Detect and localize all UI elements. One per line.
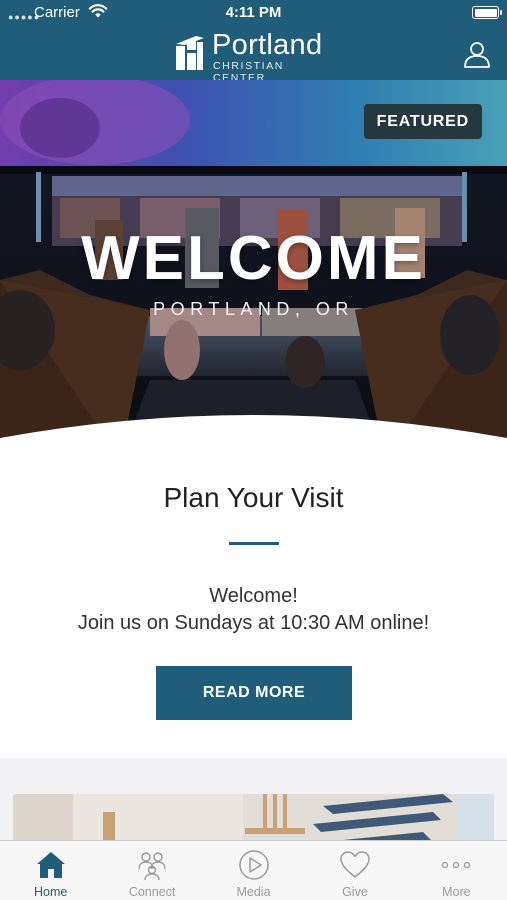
status-bar: ●●●●● Carrier 4:11 PM [0, 0, 507, 26]
tab-media[interactable]: Media [203, 841, 304, 900]
battery-icon [472, 6, 502, 19]
tab-bar: Home Connect Media Give More [0, 840, 507, 900]
more-icon [440, 849, 472, 881]
title-divider [229, 542, 279, 545]
logo-mark-icon [176, 34, 204, 75]
tab-more-label: More [442, 885, 471, 899]
card-welcome-text: Welcome! [209, 585, 298, 607]
home-icon [35, 849, 67, 881]
heart-icon [339, 849, 371, 881]
people-icon [136, 849, 168, 881]
tab-connect-label: Connect [128, 885, 176, 899]
profile-button[interactable] [463, 40, 491, 68]
tab-home[interactable]: Home [0, 841, 101, 900]
tab-give[interactable]: Give [304, 841, 405, 900]
hero-title: WELCOME [81, 224, 426, 293]
featured-hero[interactable]: FEATURED WELCOME PORTLAND, OR [0, 80, 507, 460]
tab-more[interactable]: More [406, 841, 507, 900]
featured-badge: FEATURED [363, 104, 482, 139]
plan-visit-card: Plan Your Visit Welcome! Join us on Sund… [0, 455, 507, 758]
hero-subtitle: PORTLAND, OR [153, 299, 354, 319]
read-more-button[interactable]: READ MORE [156, 666, 352, 720]
church-logo: Portland CHRISTIAN CENTER [176, 29, 336, 84]
app-header: ●●●●● Carrier 4:11 PM Portland CHRISTIAN… [0, 0, 507, 84]
card-service-text: Join us on Sundays at 10:30 AM online! [77, 612, 430, 634]
card-title: Plan Your Visit [163, 482, 344, 513]
tab-media-label: Media [236, 885, 271, 899]
status-time: 4:11 PM [225, 4, 282, 21]
tab-home-label: Home [34, 885, 68, 899]
tab-connect[interactable]: Connect [101, 841, 202, 900]
profile-icon [464, 42, 490, 68]
play-icon [238, 849, 270, 881]
tab-give-label: Give [342, 885, 368, 899]
logo-name: Portland [212, 29, 323, 61]
